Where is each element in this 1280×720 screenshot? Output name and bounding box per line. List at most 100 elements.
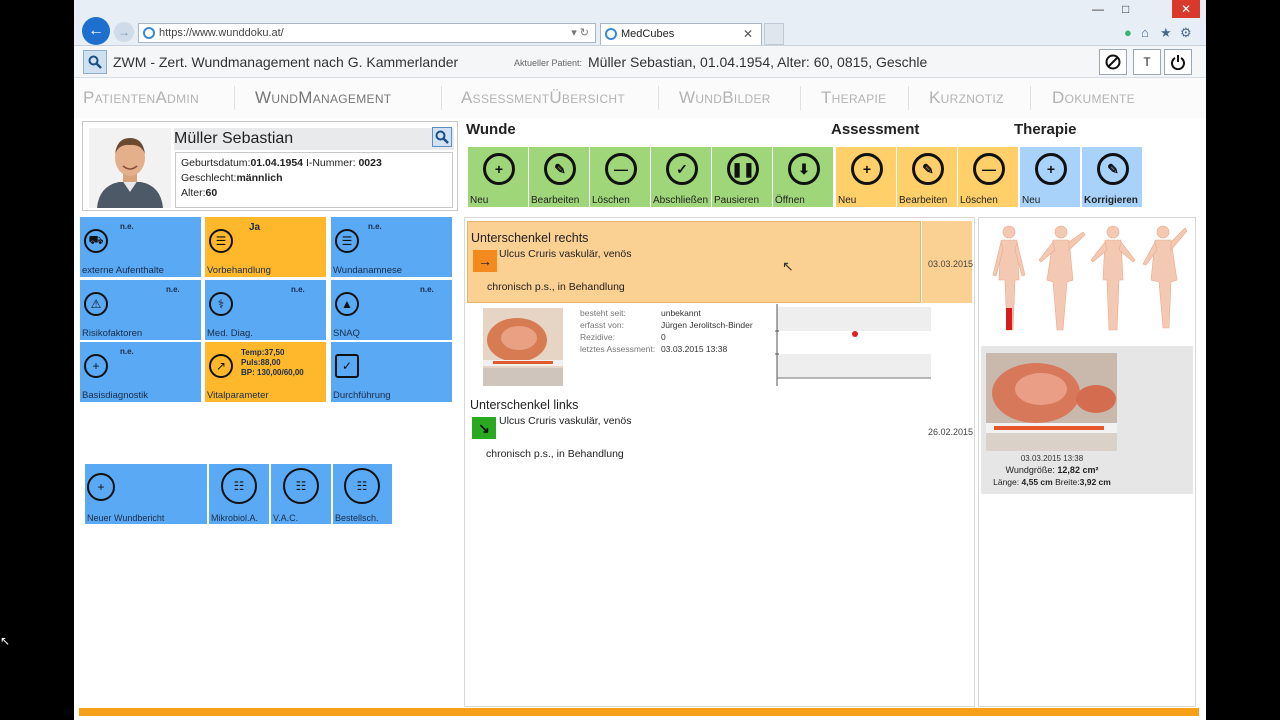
browser-tab[interactable]: MedCubes ✕ <box>600 23 762 45</box>
tile-vorbehandlung[interactable]: Ja ☰ Vorbehandlung <box>205 217 326 277</box>
nav-dokumente[interactable]: Dokumente <box>1052 88 1135 108</box>
power-button[interactable] <box>1164 49 1192 75</box>
wunde-bearbeiten-button[interactable]: ✎ Bearbeiten <box>529 147 589 207</box>
minus-icon: — <box>605 153 637 185</box>
patient-name: Müller Sebastian <box>174 128 454 150</box>
dob-value: 01.04.1954 <box>250 157 304 169</box>
close-window-button[interactable]: ✕ <box>1172 0 1200 18</box>
therapie-korrigieren-button[interactable]: ✎ Korrigieren <box>1082 147 1142 207</box>
close-tab-icon[interactable]: ✕ <box>743 27 753 41</box>
tile-vitalparameter[interactable]: Temp:37,50 Puls:88,00 BP: 130,00/60,00 ↗… <box>205 342 326 402</box>
browser-window: — □ ✕ ← → https://www.wunddoku.at/ ▾ ↻ M… <box>74 0 1206 720</box>
minimize-button[interactable]: — <box>1092 2 1104 16</box>
pencil-icon: ✎ <box>912 153 944 185</box>
patient-avatar <box>89 128 171 208</box>
tile-badge: Ja <box>249 222 261 233</box>
detail-rezidive-value: 0 <box>661 332 666 342</box>
t-button[interactable]: T <box>1133 49 1161 75</box>
detail-assessment-label: letztes Assessment: <box>580 344 656 354</box>
pause-icon: ❚❚ <box>727 153 759 185</box>
age-label: Alter: <box>181 187 206 199</box>
nav-assessmentuebersicht[interactable]: AssessmentÜbersicht <box>461 88 625 108</box>
toolbar-label: Öffnen <box>775 195 805 206</box>
patient-card: Müller Sebastian Geburtsdatum:01.04.1954… <box>82 121 458 211</box>
tile-label: Durchführung <box>333 390 391 401</box>
back-button[interactable]: ← <box>82 17 110 45</box>
patient-info-row-1: Geburtsdatum:01.04.1954 I-Nummer: 0023 <box>181 156 447 171</box>
food-cloche-icon: ▲ <box>335 292 359 316</box>
wunde-neu-button[interactable]: + Neu <box>468 147 528 207</box>
wunde-oeffnen-button[interactable]: ⬇ Öffnen <box>773 147 833 207</box>
width-value: 3,92 cm <box>1079 477 1111 487</box>
section-wunde: Wunde <box>466 121 516 138</box>
plus-icon: + <box>851 153 883 185</box>
checklist-icon: ✓ <box>335 354 359 378</box>
tile-bestellschein[interactable]: ☷ Bestellsch. <box>333 464 392 524</box>
assessment-loeschen-button[interactable]: — Löschen <box>958 147 1018 207</box>
browser-chrome: — □ ✕ ← → https://www.wunddoku.at/ ▾ ↻ M… <box>74 0 1206 46</box>
nav-kurznotiz[interactable]: Kurznotiz <box>929 88 1004 108</box>
wound-photo-thumbnail[interactable] <box>483 308 563 386</box>
assessment-neu-button[interactable]: + Neu <box>836 147 896 207</box>
document-icon: ☰ <box>335 229 359 253</box>
nav-separator <box>800 86 801 110</box>
therapie-neu-button[interactable]: + Neu <box>1020 147 1080 207</box>
tile-label: Bestellsch. <box>335 513 379 523</box>
detail-rezidive-label: Rezidive: <box>580 332 615 342</box>
nav-therapie[interactable]: Therapie <box>821 88 886 108</box>
wound-item-selected[interactable]: Unterschenkel rechts → Ulcus Cruris vask… <box>467 221 921 303</box>
dob-label: Geburtsdatum: <box>181 157 251 169</box>
size-value: 12,82 cm² <box>1057 465 1099 475</box>
toolbar-label: Neu <box>470 195 489 206</box>
tile-basisdiagnostik[interactable]: n.e. + Basisdiagnostik <box>80 342 201 402</box>
wound-title: Unterschenkel links <box>470 398 579 412</box>
patient-info-row-2: Geschlecht:männlich <box>181 171 447 186</box>
vital-temp: Temp:37,50 <box>241 348 285 357</box>
forward-button[interactable]: → <box>114 22 134 42</box>
length-value: 4,55 cm <box>1021 477 1053 487</box>
tile-vac[interactable]: ☷ V.A.C. <box>271 464 331 524</box>
tile-label: Risikofaktoren <box>82 328 143 339</box>
favorites-icon[interactable]: ★ <box>1160 25 1172 41</box>
wunde-loeschen-button[interactable]: — Löschen <box>590 147 650 207</box>
nav-separator <box>908 86 909 110</box>
nav-wundmanagement[interactable]: WundManagement <box>255 88 391 108</box>
nav-patientenadmin[interactable]: PatientenAdmin <box>83 88 199 108</box>
plus-icon: + <box>1035 153 1067 185</box>
tile-neuer-wundbericht[interactable]: + Neuer Wundbericht <box>85 464 207 524</box>
wound-photo-card[interactable]: 03.03.2015 13:38 Wundgröße: 12,82 cm² Lä… <box>981 346 1193 494</box>
assessment-bearbeiten-button[interactable]: ✎ Bearbeiten <box>897 147 957 207</box>
tile-wundanamnese[interactable]: n.e. ☰ Wundanamnese <box>331 217 452 277</box>
footer-bar <box>79 708 1199 716</box>
new-tab-button[interactable] <box>764 23 784 45</box>
mouse-pointer: ↖ <box>0 634 11 648</box>
patient-search-button[interactable] <box>432 127 452 147</box>
photo-timestamp: 03.03.2015 13:38 <box>1020 454 1084 463</box>
tile-label: Vitalparameter <box>207 390 269 401</box>
document-icon: ☷ <box>283 468 319 504</box>
document-icon: ☷ <box>221 468 257 504</box>
gear-icon[interactable]: ⚙ <box>1180 25 1192 41</box>
width-label: Breite: <box>1055 477 1080 487</box>
home-icon[interactable]: ⌂ <box>1141 25 1149 40</box>
body-map[interactable] <box>981 220 1193 338</box>
tile-risikofaktoren[interactable]: n.e. ⚠ Risikofaktoren <box>80 280 201 340</box>
tile-med-diag[interactable]: n.e. ⚕ Med. Diag. <box>205 280 326 340</box>
wound-diagnosis: Ulcus Cruris vaskulär, venös <box>499 248 632 260</box>
toolbar-label: Bearbeiten <box>531 195 580 206</box>
wunde-pausieren-button[interactable]: ❚❚ Pausieren <box>712 147 772 207</box>
tile-mikrobiol[interactable]: ☷ Mikrobiol.A. <box>209 464 269 524</box>
wunde-abschliessen-button[interactable]: ✓ Abschließen <box>651 147 711 207</box>
wound-item[interactable]: Unterschenkel links ↘ Ulcus Cruris vasku… <box>465 392 974 462</box>
search-button[interactable] <box>83 50 107 74</box>
tile-durchfuehrung[interactable]: ✓ Durchführung <box>331 342 452 402</box>
document-icon: ☰ <box>209 229 233 253</box>
address-bar[interactable]: https://www.wunddoku.at/ ▾ ↻ <box>138 23 596 43</box>
toolbar-label: Neu <box>838 195 857 206</box>
tile-externe-aufenthalte[interactable]: n.e. ⛟ externe Aufenthalte <box>80 217 201 277</box>
maximize-button[interactable]: □ <box>1122 2 1129 16</box>
nav-wundbilder[interactable]: WundBilder <box>679 88 771 108</box>
disable-button[interactable] <box>1099 49 1127 75</box>
tile-snaq[interactable]: n.e. ▲ SNAQ <box>331 280 452 340</box>
refresh-icon[interactable]: ▾ ↻ <box>571 26 589 39</box>
